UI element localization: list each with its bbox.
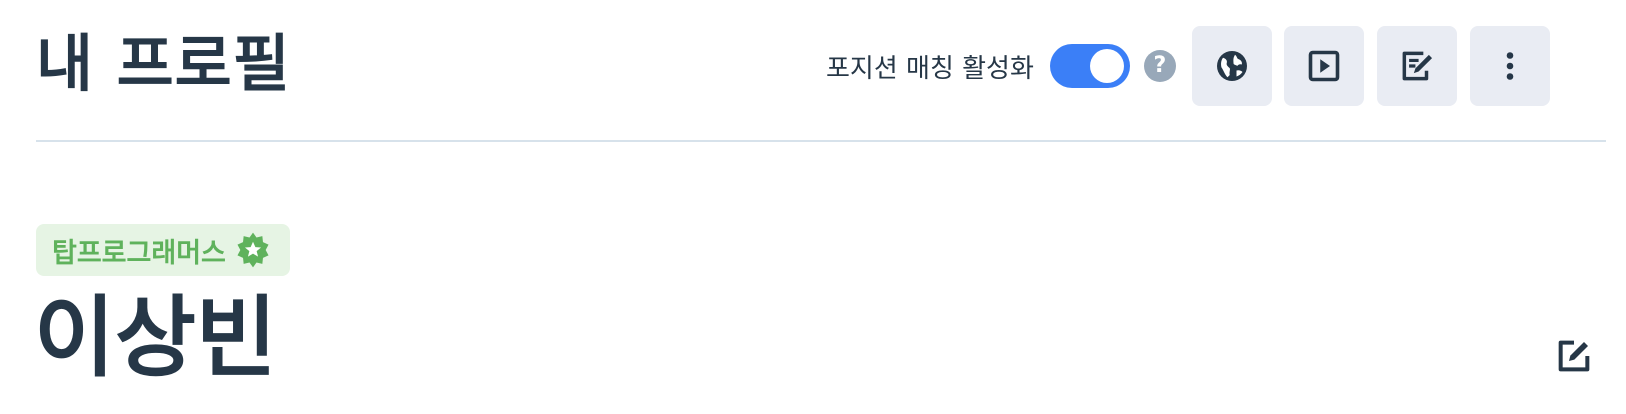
position-matching-label: 포지션 매칭 활성화	[826, 53, 1034, 84]
pencil-edit-icon	[1558, 340, 1590, 372]
edit-document-icon	[1402, 51, 1433, 81]
page-header: 내 프로필 포지션 매칭 활성화 ?	[36, 0, 1606, 142]
globe-button[interactable]	[1192, 26, 1272, 106]
help-icon[interactable]: ?	[1143, 50, 1176, 82]
globe-icon	[1217, 51, 1247, 81]
edit-profile-button[interactable]	[1554, 336, 1594, 376]
more-vertical-icon	[1506, 52, 1514, 80]
profile-page: 내 프로필 포지션 매칭 활성화 ? 탑프로그래머스 이상빈	[0, 0, 1626, 414]
play-icon	[1308, 50, 1340, 82]
top-programmers-badge: 탑프로그래머스	[36, 224, 290, 276]
play-button[interactable]	[1284, 26, 1364, 106]
profile-name: 이상빈	[34, 286, 277, 389]
star-seal-icon	[237, 232, 269, 268]
toggle-knob	[1089, 49, 1124, 83]
badge-label: 탑프로그래머스	[52, 237, 226, 269]
edit-document-button[interactable]	[1377, 26, 1457, 106]
page-title: 내 프로필	[36, 27, 291, 100]
more-button[interactable]	[1470, 26, 1550, 106]
position-matching: 포지션 매칭 활성화 ?	[826, 42, 1176, 90]
position-matching-toggle[interactable]	[1049, 44, 1130, 88]
